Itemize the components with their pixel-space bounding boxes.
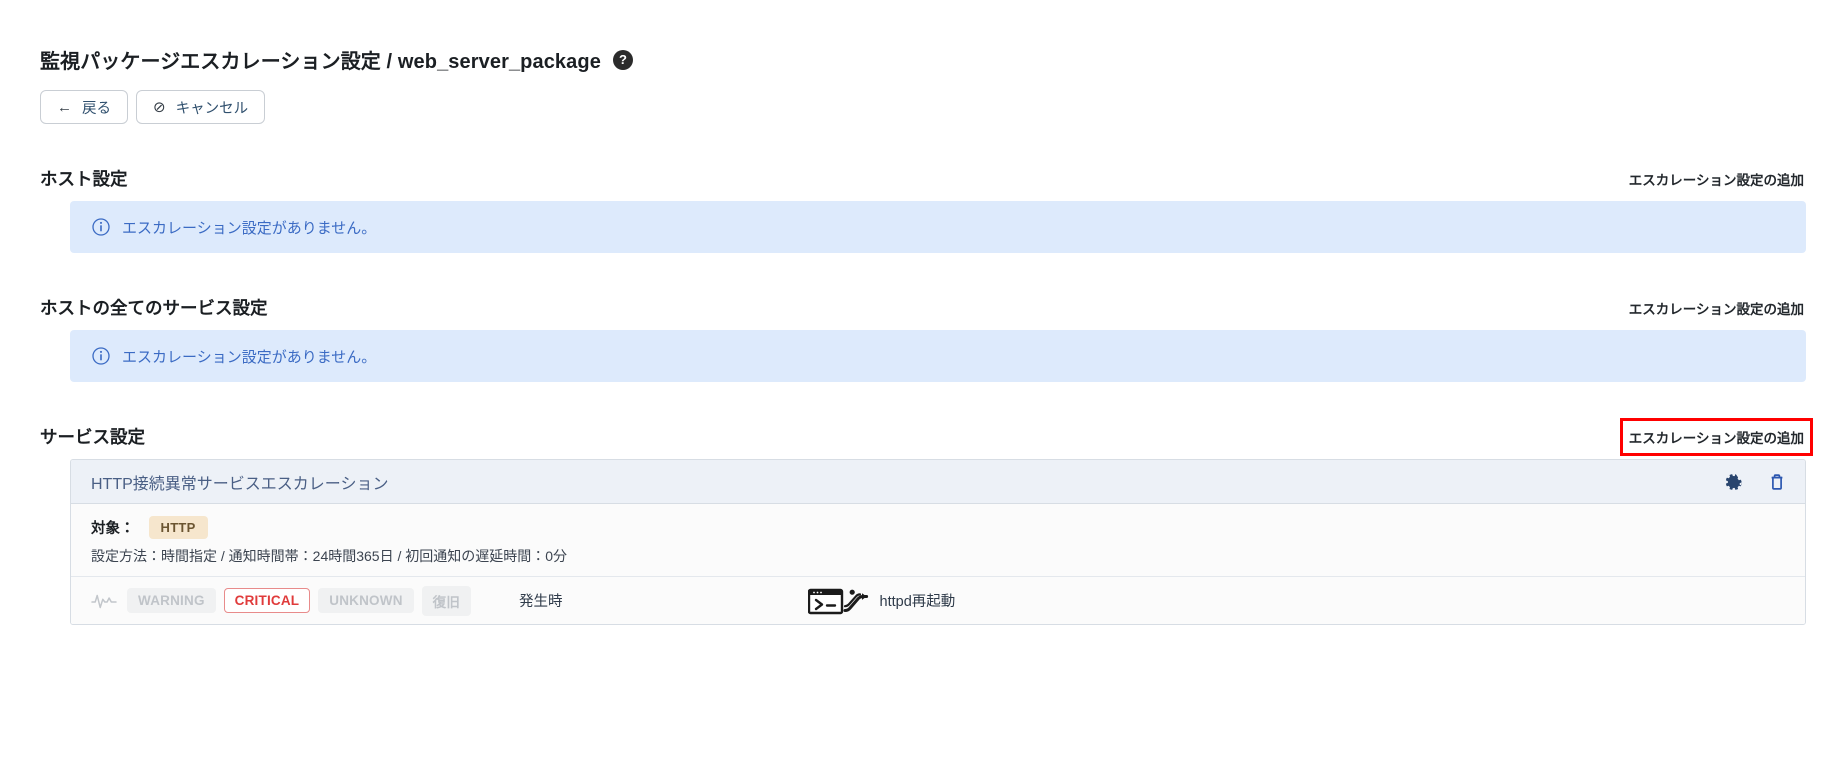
action-group: httpd再起動	[807, 586, 956, 616]
add-escalation-link-all-services[interactable]: エスカレーション設定の追加	[1627, 296, 1806, 320]
empty-alert-text: エスカレーション設定がありません。	[122, 219, 377, 237]
add-escalation-link-service[interactable]: エスカレーション設定の追加	[1619, 418, 1814, 456]
section-service-settings-header: サービス設定 エスカレーション設定の追加	[40, 418, 1814, 459]
section-service-settings: サービス設定 エスカレーション設定の追加 HTTP接続異常サービスエスカレーショ…	[40, 418, 1814, 625]
section-all-services-header: ホストの全てのサービス設定 エスカレーション設定の追加	[40, 295, 1806, 330]
back-button-label: 戻る	[82, 100, 111, 117]
status-chip-recovery[interactable]: 復旧	[421, 585, 472, 616]
empty-alert-all-services: エスカレーション設定がありません。	[70, 330, 1806, 382]
section-all-services: ホストの全てのサービス設定 エスカレーション設定の追加 エスカレーション設定があ…	[40, 295, 1806, 382]
gear-icon[interactable]	[1723, 472, 1743, 492]
section-title: ホストの全てのサービス設定	[40, 298, 268, 318]
escalation-name: HTTP接続異常サービスエスカレーション	[91, 475, 389, 493]
status-group: WARNING CRITICAL UNKNOWN 復旧	[91, 585, 472, 616]
section-host-settings-header: ホスト設定 エスカレーション設定の追加	[40, 166, 1806, 201]
status-chip-unknown[interactable]: UNKNOWN	[318, 588, 414, 613]
section-host-settings: ホスト設定 エスカレーション設定の追加 エスカレーション設定がありません。	[40, 166, 1806, 253]
escalation-card-actions	[1723, 472, 1787, 492]
console-run-icon	[807, 586, 870, 616]
toolbar: ← 戻る ⊘ キャンセル	[40, 90, 1806, 124]
target-row: 対象： HTTP	[91, 516, 1785, 539]
escalation-meta: 設定方法：時間指定 / 通知時間帯：24時間365日 / 初回通知の遅延時間：0…	[91, 548, 568, 564]
target-label: 対象：	[91, 521, 135, 537]
escalation-card-header: HTTP接続異常サービスエスカレーション	[71, 460, 1805, 504]
escalation-card: HTTP接続異常サービスエスカレーション 対象： HTTP 設定方法：時間指定 …	[70, 459, 1806, 625]
section-title: サービス設定	[40, 427, 145, 447]
timing-text: 発生時	[519, 594, 563, 610]
escalation-card-footer: WARNING CRITICAL UNKNOWN 復旧 発生時 httpd再起動	[71, 576, 1805, 624]
empty-alert-host: エスカレーション設定がありません。	[70, 201, 1806, 253]
info-circle-icon	[92, 347, 110, 365]
add-escalation-link-host[interactable]: エスカレーション設定の追加	[1627, 167, 1806, 191]
page-root: 監視パッケージエスカレーション設定 / web_server_package ?…	[0, 0, 1846, 625]
cancel-button-label: キャンセル	[175, 100, 249, 117]
cancel-button[interactable]: ⊘ キャンセル	[136, 90, 266, 124]
help-icon[interactable]: ?	[612, 49, 633, 70]
status-chip-critical[interactable]: CRITICAL	[223, 588, 311, 613]
page-header: 監視パッケージエスカレーション設定 / web_server_package ?	[40, 0, 1806, 74]
trash-icon[interactable]	[1767, 472, 1787, 492]
back-button[interactable]: ← 戻る	[40, 90, 128, 124]
section-title: ホスト設定	[40, 169, 128, 189]
page-title: 監視パッケージエスカレーション設定 / web_server_package	[40, 51, 601, 73]
empty-alert-text: エスカレーション設定がありません。	[122, 348, 377, 366]
arrow-left-icon: ←	[57, 98, 72, 116]
status-chip-warning[interactable]: WARNING	[127, 588, 216, 613]
target-badge: HTTP	[148, 516, 208, 539]
pulse-wave-icon	[91, 591, 117, 611]
info-circle-icon	[92, 218, 110, 236]
cancel-circle-icon: ⊘	[153, 99, 166, 116]
escalation-card-body: 対象： HTTP 設定方法：時間指定 / 通知時間帯：24時間365日 / 初回…	[71, 504, 1805, 576]
action-label: httpd再起動	[879, 594, 956, 610]
